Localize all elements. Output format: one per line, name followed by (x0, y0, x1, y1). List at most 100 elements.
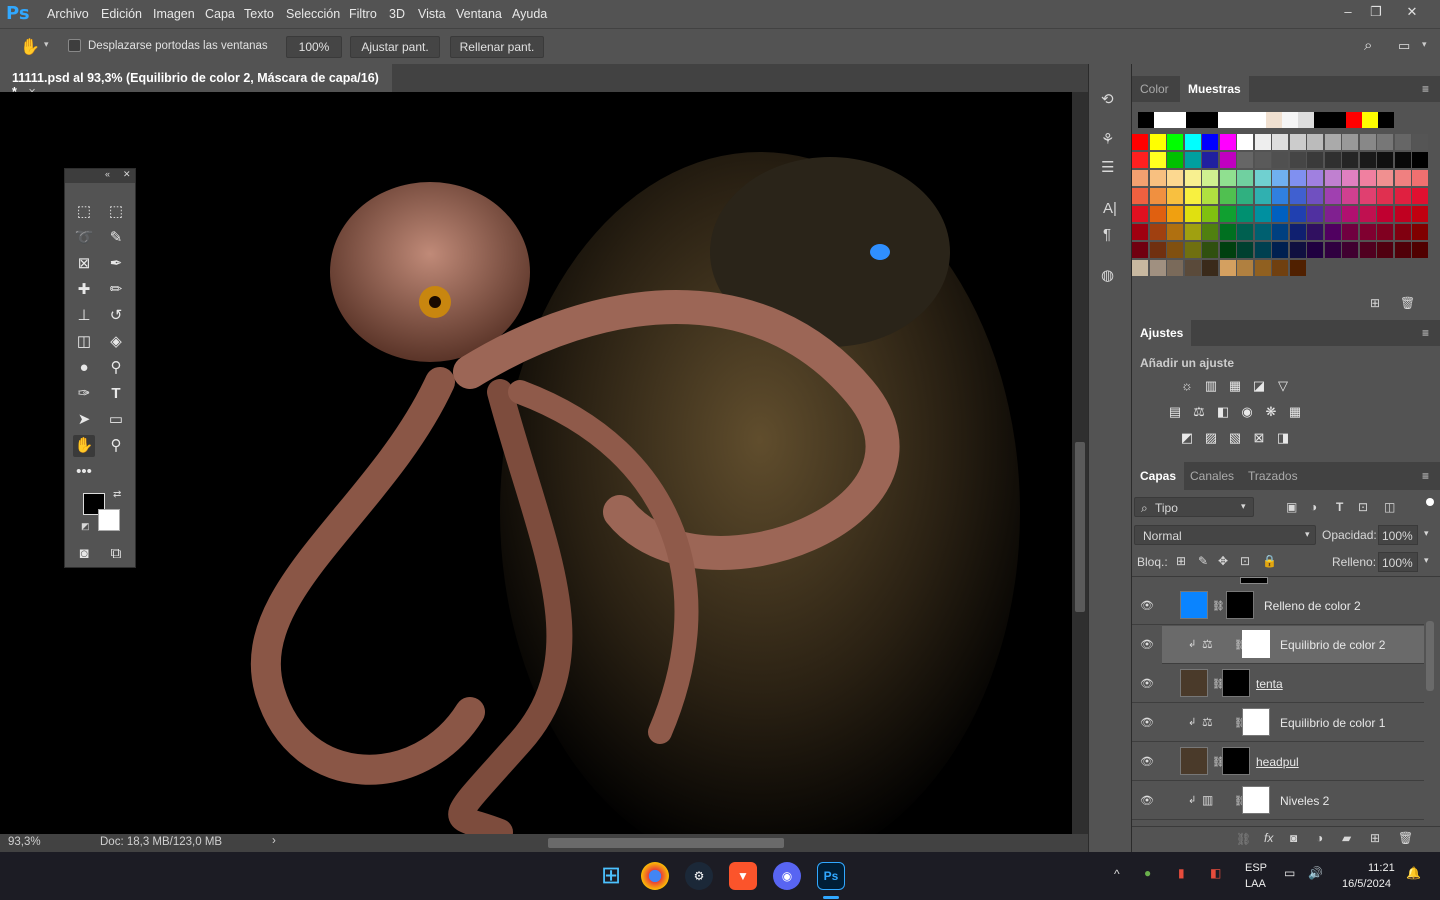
keyboard-layout[interactable]: LAA (1245, 878, 1266, 890)
eye-icon[interactable]: 👁 (1140, 794, 1154, 807)
swatch[interactable] (1324, 206, 1341, 222)
brightness-icon[interactable]: ☼ (1178, 378, 1196, 394)
swatch[interactable] (1307, 134, 1323, 150)
swatch[interactable] (1412, 242, 1428, 258)
layer-name[interactable]: Equilibrio de color 2 (1280, 638, 1385, 652)
swatch[interactable] (1307, 152, 1323, 168)
swatch[interactable] (1307, 170, 1323, 186)
swatch[interactable] (1324, 134, 1341, 150)
color-lookup-icon[interactable]: ▦ (1286, 404, 1304, 420)
canvas-vertical-scrollbar[interactable] (1072, 92, 1088, 834)
swatch[interactable] (1186, 112, 1202, 128)
3d-icon[interactable]: ◍ (1101, 266, 1114, 284)
brave-icon[interactable]: ▼ (729, 862, 757, 890)
menu-edicion[interactable]: Edición (101, 7, 142, 21)
tab-adjustments[interactable]: Ajustes (1132, 320, 1192, 346)
swatch[interactable] (1359, 224, 1376, 240)
swatch[interactable] (1412, 206, 1428, 222)
swatch[interactable] (1167, 242, 1183, 258)
color-balance-icon[interactable]: ⚖ (1190, 404, 1208, 420)
swatch[interactable] (1272, 260, 1288, 276)
swatch[interactable] (1219, 242, 1236, 258)
swatch[interactable] (1149, 170, 1166, 186)
swatch[interactable] (1272, 152, 1288, 168)
history-icon[interactable]: ⟲ (1101, 90, 1114, 108)
filter-smart-icon[interactable]: ◫ (1384, 500, 1395, 514)
swatch[interactable] (1167, 188, 1183, 204)
windows-start-icon[interactable]: ⊞ (597, 862, 625, 890)
swatch[interactable] (1250, 112, 1266, 128)
screen-mode-icon[interactable]: ⧉ (105, 543, 127, 565)
swatch[interactable] (1359, 188, 1376, 204)
swatch[interactable] (1167, 170, 1183, 186)
swatch[interactable] (1184, 242, 1201, 258)
tab-paths[interactable]: Trazados (1240, 462, 1306, 490)
swatch[interactable] (1377, 170, 1393, 186)
swatch[interactable] (1307, 224, 1323, 240)
swatch[interactable] (1149, 242, 1166, 258)
swatch[interactable] (1234, 112, 1250, 128)
swatch[interactable] (1412, 134, 1428, 150)
swatch[interactable] (1394, 206, 1411, 222)
gradient-map-icon[interactable]: ◨ (1274, 430, 1292, 446)
blur-tool-icon[interactable]: ● (73, 357, 95, 379)
swatch[interactable] (1324, 152, 1341, 168)
tray-app-icon[interactable]: ◧ (1210, 866, 1221, 880)
swatch[interactable] (1237, 134, 1253, 150)
marquee-tool-icon[interactable]: ⬚ (105, 201, 127, 223)
swatch[interactable] (1394, 152, 1411, 168)
swatch[interactable] (1342, 242, 1358, 258)
swatch[interactable] (1237, 152, 1253, 168)
swatch[interactable] (1412, 224, 1428, 240)
swatch[interactable] (1132, 224, 1148, 240)
swatch[interactable] (1202, 242, 1218, 258)
swatch[interactable] (1202, 170, 1218, 186)
swatch[interactable] (1237, 206, 1253, 222)
swatch[interactable] (1298, 112, 1314, 128)
layer-name[interactable]: Niveles 2 (1280, 794, 1329, 808)
add-mask-icon[interactable]: ◙ (1290, 831, 1297, 845)
swatch[interactable] (1307, 242, 1323, 258)
swatch[interactable] (1272, 206, 1288, 222)
lasso-tool-icon[interactable]: ➰ (73, 227, 95, 249)
layer-name[interactable]: headpul (1256, 755, 1299, 769)
menu-3d[interactable]: 3D (389, 7, 405, 21)
swatch[interactable] (1132, 206, 1148, 222)
chevron-down-icon[interactable]: ▾ (1424, 555, 1429, 566)
swatch[interactable] (1237, 260, 1253, 276)
chevron-down-icon[interactable]: ▾ (1424, 528, 1429, 539)
swatch[interactable] (1132, 242, 1148, 258)
minimize-icon[interactable]: – (1338, 4, 1358, 22)
audio-app-icon[interactable]: ▮ (1178, 866, 1185, 880)
panel-menu-icon[interactable]: ≡ (1422, 326, 1429, 340)
type-tool-icon[interactable]: T (105, 383, 127, 405)
eye-icon[interactable]: 👁 (1140, 599, 1154, 612)
layer-name[interactable]: Relleno de color 2 (1264, 599, 1361, 613)
swatch[interactable] (1377, 134, 1393, 150)
layer-mask-thumb[interactable] (1226, 591, 1254, 619)
paragraph-icon[interactable]: ¶ (1103, 226, 1111, 243)
fill-input[interactable]: 100% (1378, 552, 1418, 572)
panel-menu-icon[interactable]: ≡ (1422, 469, 1429, 483)
swatch[interactable] (1377, 224, 1393, 240)
menu-vista[interactable]: Vista (418, 7, 446, 21)
rectangle-tool-icon[interactable]: ▭ (105, 409, 127, 431)
swap-colors-icon[interactable]: ⇄ (113, 489, 121, 500)
layer-row[interactable]: 👁 ↲ ⚖ ⛓ Equilibrio de color 1 (1132, 704, 1424, 742)
swatch[interactable] (1289, 206, 1306, 222)
swatch[interactable] (1132, 260, 1148, 276)
swatch[interactable] (1377, 206, 1393, 222)
swatch[interactable] (1324, 224, 1341, 240)
clock-time[interactable]: 11:21 (1368, 862, 1395, 874)
photoshop-taskbar-icon[interactable]: Ps (817, 862, 845, 890)
volume-icon[interactable]: 🔊 (1308, 866, 1323, 880)
swatch[interactable] (1359, 242, 1376, 258)
hue-saturation-icon[interactable]: ▤ (1166, 404, 1184, 420)
photo-filter-icon[interactable]: ◉ (1238, 404, 1256, 420)
exposure-icon[interactable]: ◪ (1250, 378, 1268, 394)
swatch[interactable] (1378, 112, 1394, 128)
swatch[interactable] (1219, 260, 1236, 276)
swatch[interactable] (1202, 134, 1218, 150)
search-icon[interactable]: ⌕ (1364, 37, 1372, 54)
swatch[interactable] (1219, 134, 1236, 150)
